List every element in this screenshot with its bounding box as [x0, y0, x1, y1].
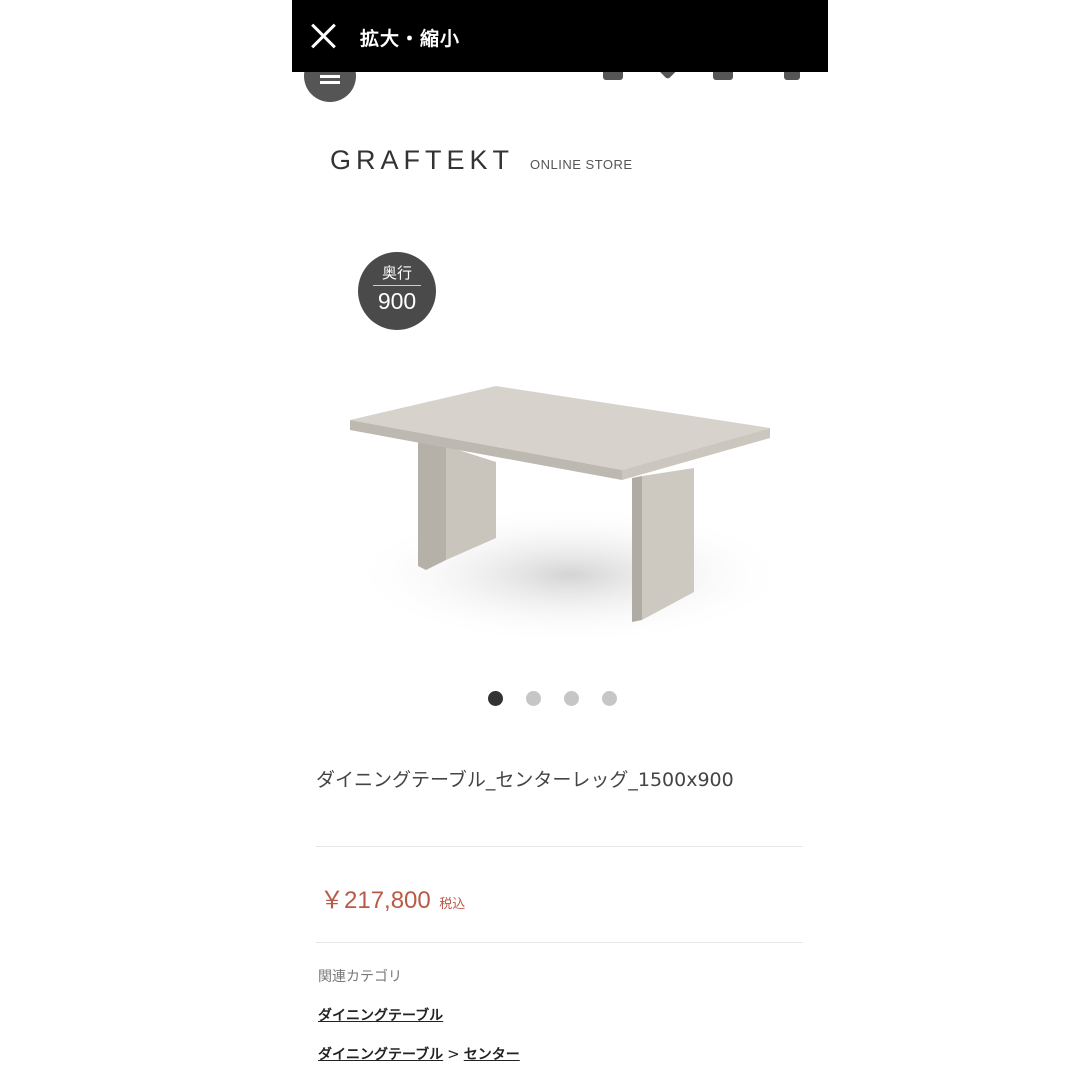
divider: [316, 942, 803, 943]
brand-sub: ONLINE STORE: [530, 157, 633, 172]
product-image[interactable]: [342, 370, 782, 670]
related-categories-heading: 関連カテゴリ: [318, 969, 402, 985]
product-price: ￥217,800 税込: [320, 880, 465, 915]
depth-badge-rule: [373, 285, 421, 286]
category-link-center[interactable]: センター: [464, 1047, 520, 1063]
depth-badge: 奥行 900: [358, 252, 436, 330]
carousel-dot[interactable]: [602, 691, 617, 706]
category-breadcrumb: ダイニングテーブル > センター: [318, 1044, 520, 1064]
price-tax-label: 税込: [439, 896, 466, 911]
depth-badge-value: 900: [377, 288, 417, 314]
product-title: ダイニングテーブル_センターレッグ_1500x900: [316, 769, 734, 791]
carousel-dot[interactable]: [564, 691, 579, 706]
price-amount: ￥217,800: [320, 887, 431, 914]
mobile-viewport: 拡大・縮小 GRAFTEKT ONLINE STORE 奥行 900 ダイニング…: [292, 0, 828, 1080]
zoom-overlay-bar: 拡大・縮小: [292, 0, 828, 72]
brand-name: GRAFTEKT: [330, 145, 515, 175]
close-icon[interactable]: [310, 22, 338, 50]
overlay-title: 拡大・縮小: [360, 28, 461, 50]
brand-logo[interactable]: GRAFTEKT ONLINE STORE: [330, 145, 633, 176]
carousel-indicators: [488, 691, 617, 706]
depth-badge-label: 奥行: [381, 265, 412, 282]
menu-icon: [320, 74, 340, 78]
carousel-dot[interactable]: [526, 691, 541, 706]
divider: [316, 846, 803, 847]
category-link-dining-table[interactable]: ダイニングテーブル: [318, 1005, 443, 1025]
carousel-dot[interactable]: [488, 691, 503, 706]
category-link-dining-table-parent[interactable]: ダイニングテーブル: [318, 1047, 443, 1063]
breadcrumb-separator: >: [447, 1045, 460, 1063]
